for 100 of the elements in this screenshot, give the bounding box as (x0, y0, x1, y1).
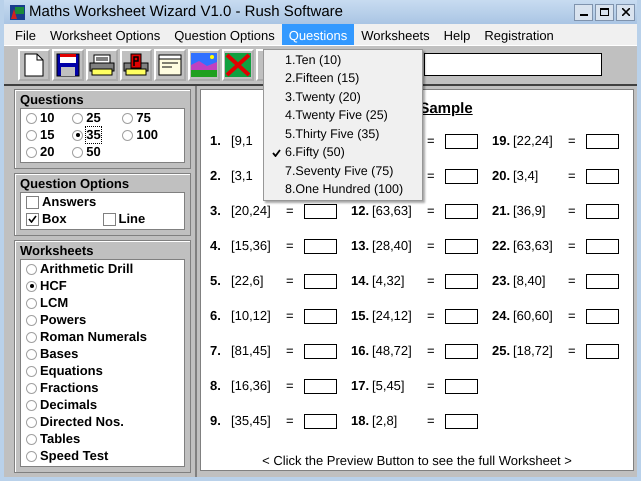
menu-item[interactable]: Question Options (167, 24, 282, 46)
question-text: [48,72] (372, 342, 413, 360)
question-number: 6. (210, 307, 222, 326)
option-label[interactable]: 10 (40, 110, 54, 126)
menu-item[interactable]: Worksheet Options (42, 24, 168, 46)
option-label[interactable]: Box (42, 211, 67, 227)
menu-option[interactable]: 2.Fifteen (15) (264, 70, 422, 88)
checkbox[interactable] (102, 212, 116, 226)
equals-sign: = (427, 237, 436, 256)
option-label[interactable]: Tables (40, 431, 80, 447)
radio-button[interactable] (26, 280, 37, 292)
question-number: 25. (492, 342, 512, 360)
radio-button[interactable] (26, 264, 37, 274)
toolbar-button[interactable] (18, 48, 50, 81)
question-text: [81,45] (231, 342, 272, 360)
radio-button[interactable] (26, 416, 37, 428)
radio-button[interactable] (122, 112, 134, 124)
menu-item[interactable]: Registration (477, 24, 561, 46)
close-button[interactable] (616, 4, 635, 21)
question-number: 3. (210, 202, 222, 220)
menu-option[interactable]: 3.Twenty (20) (264, 88, 422, 106)
question-text: [22,6] (231, 272, 265, 290)
option-label[interactable]: Directed Nos. (40, 414, 124, 430)
radio-button[interactable] (72, 130, 84, 140)
question-text: [9,1 (231, 132, 254, 150)
option-label[interactable]: 20 (40, 144, 54, 160)
question-number: 14. (351, 272, 370, 290)
maximize-icon (600, 8, 609, 16)
question-number: 18. (351, 412, 370, 430)
delete-icon (225, 52, 251, 77)
menu-item[interactable]: Worksheets (354, 24, 437, 46)
minimize-button[interactable] (574, 4, 593, 21)
option-label[interactable]: Decimals (40, 397, 98, 413)
option-label[interactable]: Equations (40, 363, 103, 379)
answer-box (445, 414, 478, 428)
option-label[interactable]: 50 (86, 144, 101, 160)
question-number: 4. (210, 237, 222, 256)
printer-icon (123, 52, 149, 77)
question-text: [2,8] (372, 412, 398, 430)
equals-sign: = (427, 202, 436, 220)
option-label[interactable]: Arithmetic Drill (40, 261, 134, 277)
option-label[interactable]: Fractions (40, 380, 99, 396)
option-label[interactable]: Roman Numerals (40, 329, 147, 345)
answer-box (586, 274, 619, 288)
equals-sign: = (568, 202, 577, 220)
equals-sign: = (568, 342, 577, 360)
checkbox[interactable] (26, 196, 39, 208)
option-label[interactable]: Answers (42, 194, 96, 210)
answer-box (445, 204, 478, 218)
question-number: 17. (351, 377, 370, 396)
menu-option[interactable]: 5.Thirty Five (35) (264, 125, 422, 144)
text-field[interactable] (424, 53, 602, 76)
answer-box (445, 344, 478, 358)
toolbar-button[interactable] (222, 48, 254, 81)
menu-option[interactable]: 8.One Hundred (100) (264, 180, 422, 199)
radio-button[interactable] (26, 298, 37, 308)
option-label[interactable]: 35 (86, 127, 101, 143)
equals-sign: = (568, 132, 577, 150)
maximize-button[interactable] (595, 4, 614, 21)
menu-option[interactable]: 4.Twenty Five (25) (264, 106, 422, 125)
radio-button[interactable] (72, 146, 84, 158)
radio-button[interactable] (26, 112, 37, 124)
option-label[interactable]: Bases (40, 346, 78, 362)
radio-button[interactable] (122, 130, 134, 140)
toolbar-button[interactable] (52, 48, 84, 81)
group-title: Questions (20, 92, 85, 108)
toolbar-button[interactable] (86, 48, 118, 81)
option-label[interactable]: HCF (40, 278, 67, 294)
option-label[interactable]: 100 (136, 127, 158, 143)
close-icon (622, 8, 630, 16)
toolbar-button[interactable] (120, 48, 152, 81)
option-label[interactable]: LCM (40, 295, 68, 311)
radio-button[interactable] (26, 382, 37, 394)
checkbox[interactable] (26, 212, 39, 226)
radio-button[interactable] (26, 450, 37, 462)
option-label[interactable]: Speed Test (40, 448, 108, 464)
radio-button[interactable] (26, 130, 37, 140)
menu-item[interactable]: Help (436, 24, 478, 46)
option-label[interactable]: Line (118, 211, 146, 227)
option-label[interactable]: Powers (40, 312, 86, 328)
radio-button[interactable] (26, 400, 37, 410)
question-number: 20. (492, 167, 512, 186)
toolbar-button[interactable] (154, 48, 186, 81)
answer-box (304, 204, 337, 218)
radio-button[interactable] (26, 314, 37, 326)
menu-item[interactable]: File (8, 24, 43, 46)
menu-option[interactable]: 7.Seventy Five (75) (264, 162, 422, 180)
menu-option[interactable]: 6.Fifty (50) (264, 144, 422, 162)
option-label[interactable]: 15 (40, 127, 54, 143)
radio-button[interactable] (26, 434, 37, 444)
answer-box (304, 308, 337, 324)
radio-button[interactable] (72, 112, 84, 124)
equals-sign: = (568, 167, 577, 186)
radio-button[interactable] (26, 332, 37, 342)
menu-option[interactable]: 1.Ten (10) (264, 51, 422, 70)
radio-button[interactable] (26, 366, 37, 376)
radio-button[interactable] (26, 146, 37, 158)
option-label[interactable]: 75 (136, 110, 151, 126)
option-label[interactable]: 25 (86, 110, 101, 126)
radio-button[interactable] (26, 348, 37, 360)
